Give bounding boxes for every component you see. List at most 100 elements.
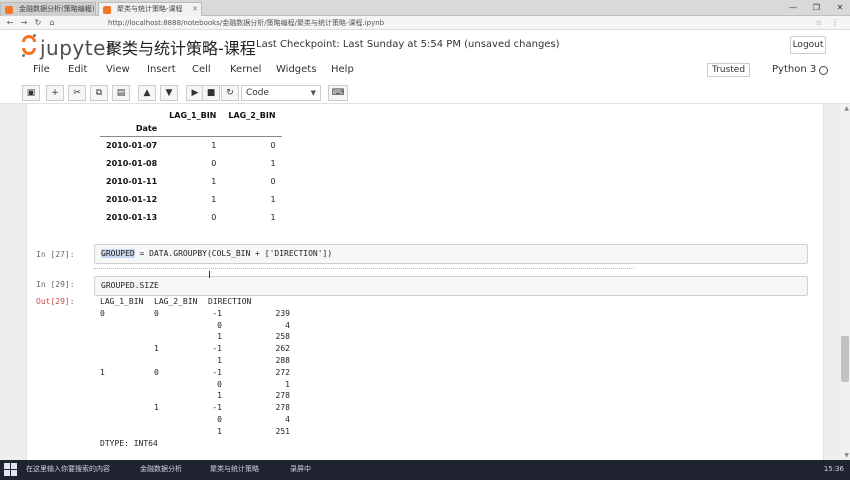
menu-file[interactable]: File [33,64,50,75]
close-icon[interactable]: ✕ [86,3,92,16]
page-scrollbar[interactable]: ▲ ▼ [840,104,850,460]
home-icon[interactable]: ⌂ [46,17,58,29]
browser-tab-label: 聚类与统计策略-课程 [117,5,183,13]
table-row: 2010-01-11 1 0 [100,172,282,190]
input-prompt: In [29]: [36,280,75,289]
browser-tab-2[interactable]: 聚类与统计策略-课程 ✕ [98,2,202,16]
df-cell: 0 [270,140,276,150]
list-item: 04 [217,414,290,424]
stop-icon[interactable]: ■ [202,85,220,101]
taskbar-search[interactable]: 在这里输入你要搜索的内容 [26,464,110,474]
menu-help[interactable]: Help [331,64,354,75]
taskbar-app[interactable]: 聚类与统计策略 [210,464,259,474]
menu-cell[interactable]: Cell [192,64,211,75]
arrow-down-icon[interactable]: ▼ [160,85,178,101]
cell-type-select[interactable]: Code ▼ [241,85,321,101]
menu-view[interactable]: View [106,64,130,75]
output-prompt: Out[29]: [36,297,75,306]
notebook-toolbar: ▣ + ✂ ⧉ ▤ ▲ ▼ ▶ ■ ↻ Code ▼ ⌨ [0,82,850,104]
list-item: 1 -1 278 [154,403,290,413]
df-cell: 1 [211,176,217,186]
logout-button[interactable]: Logout [790,36,826,54]
checkpoint-status: Last Checkpoint: Last Sunday at 5:54 PM … [256,39,560,50]
df-cell: 0 [270,176,276,186]
df-header-blank [100,108,163,122]
window-controls: — ❐ ✕ [783,0,850,16]
list-item: 1 -1 262 [154,344,290,354]
output-col-header: LAG_1_BIN [100,297,144,306]
save-icon[interactable]: ▣ [22,85,40,101]
notebook-header: jupyter 聚类与统计策略-课程 Last Checkpoint: Last… [0,30,850,62]
code-cell-input[interactable]: GROUPED.SIZE [94,276,808,296]
reload-icon[interactable]: ↻ [32,17,44,29]
browser-extension-icons[interactable]: ☆ ⋮ [815,18,842,27]
df-col-header: LAG_2_BIN [228,110,276,120]
df-index-cell: 2010-01-12 [106,194,158,204]
menu-kernel[interactable]: Kernel [230,64,261,75]
paste-icon[interactable]: ▤ [112,85,130,101]
list-item: 1 278 [217,391,290,401]
menu-widgets[interactable]: Widgets [276,64,316,75]
df-index-cell: 2010-01-07 [106,140,158,150]
browser-tab-1[interactable]: 金融数据分析(策略编程)(策略) ✕ [0,2,96,16]
kernel-name: Python 3 [772,64,817,75]
os-taskbar: 在这里输入你要搜索的内容 金融数据分析 聚类与统计策略 录屏中 15:36 [0,460,850,480]
code-cell-input[interactable]: GROUPED = DATA.GROUPBY(COLS_BIN + ['DIRE… [94,244,808,264]
scroll-thumb[interactable] [841,336,849,382]
plus-icon[interactable]: + [46,85,64,101]
list-item: 1 288 [217,355,290,365]
list-item: 1 258 [217,332,290,342]
output-col-header: LAG_2_BIN [154,297,198,306]
forward-icon[interactable]: → [18,17,30,29]
code-text: = DATA.GROUPBY(COLS_BIN + ['DIRECTION']) [134,249,333,258]
restart-icon[interactable]: ↻ [221,85,239,101]
table-row: 2010-01-08 0 1 [100,154,282,172]
maximize-button[interactable]: ❐ [807,0,827,16]
df-index-name: Date [100,122,164,137]
jupyter-favicon-icon [103,6,111,14]
code-line: GROUPED.SIZE [101,281,159,290]
windows-start-icon[interactable] [4,463,18,477]
minimize-button[interactable]: — [783,0,803,16]
text-cursor-icon: Ι [208,270,211,281]
list-item: 1 251 [217,426,290,436]
keyboard-icon[interactable]: ⌨ [328,85,348,101]
back-icon[interactable]: ← [4,17,16,29]
taskbar-app[interactable]: 金融数据分析 [140,464,182,474]
df-cell: 1 [211,140,217,150]
url-field[interactable]: http://localhost:8888/notebooks/金融数据分析/策… [108,18,668,29]
table-row: 2010-01-07 1 0 [100,136,282,154]
notebook-title[interactable]: 聚类与统计策略-课程 [106,35,256,59]
list-item: 0 0 -1 239 [100,308,290,318]
notebook-area: LAG_1_BIN LAG_2_BIN Date 2010-01-07 1 0 … [0,104,850,460]
taskbar-app[interactable]: 录屏中 [290,464,311,474]
trusted-indicator[interactable]: Trusted [707,63,751,77]
browser-tab-label: 金融数据分析(策略编程)(策略) [19,5,95,13]
list-item: 04 [217,320,290,330]
code-line: GROUPED = DATA.GROUPBY(COLS_BIN + ['DIRE… [101,249,332,258]
dataframe-output: LAG_1_BIN LAG_2_BIN Date 2010-01-07 1 0 … [100,108,282,226]
menu-edit[interactable]: Edit [68,64,87,75]
table-row: 2010-01-13 0 1 [100,208,282,226]
kernel-idle-icon [819,66,828,75]
output-header-row: LAG_1_BIN LAG_2_BIN DIRECTION [100,296,340,308]
system-tray-clock[interactable]: 15:36 [824,465,844,473]
code-selection: GROUPED [101,249,135,258]
df-cell: 1 [270,194,276,204]
logo-text: jupyter [40,36,115,60]
table-row: 2010-01-12 1 1 [100,190,282,208]
browser-tab-strip: 金融数据分析(策略编程)(策略) ✕ 聚类与统计策略-课程 ✕ — ❐ ✕ [0,0,850,16]
menu-bar: File Edit View Insert Cell Kernel Widget… [0,62,850,80]
cell-type-value: Code [246,88,270,98]
scroll-up-icon[interactable]: ▲ [844,105,849,112]
jupyter-logo-icon [22,34,36,57]
close-window-button[interactable]: ✕ [830,0,850,16]
close-icon[interactable]: ✕ [192,3,198,16]
arrow-up-icon[interactable]: ▲ [138,85,156,101]
copy-icon[interactable]: ⧉ [90,85,108,101]
menu-insert[interactable]: Insert [147,64,176,75]
groupby-size-output: LAG_1_BIN LAG_2_BIN DIRECTION 0 0 -1 239 04… [100,296,340,449]
input-prompt: In [27]: [36,250,75,259]
scroll-down-icon[interactable]: ▼ [844,452,849,459]
cut-icon[interactable]: ✂ [68,85,86,101]
